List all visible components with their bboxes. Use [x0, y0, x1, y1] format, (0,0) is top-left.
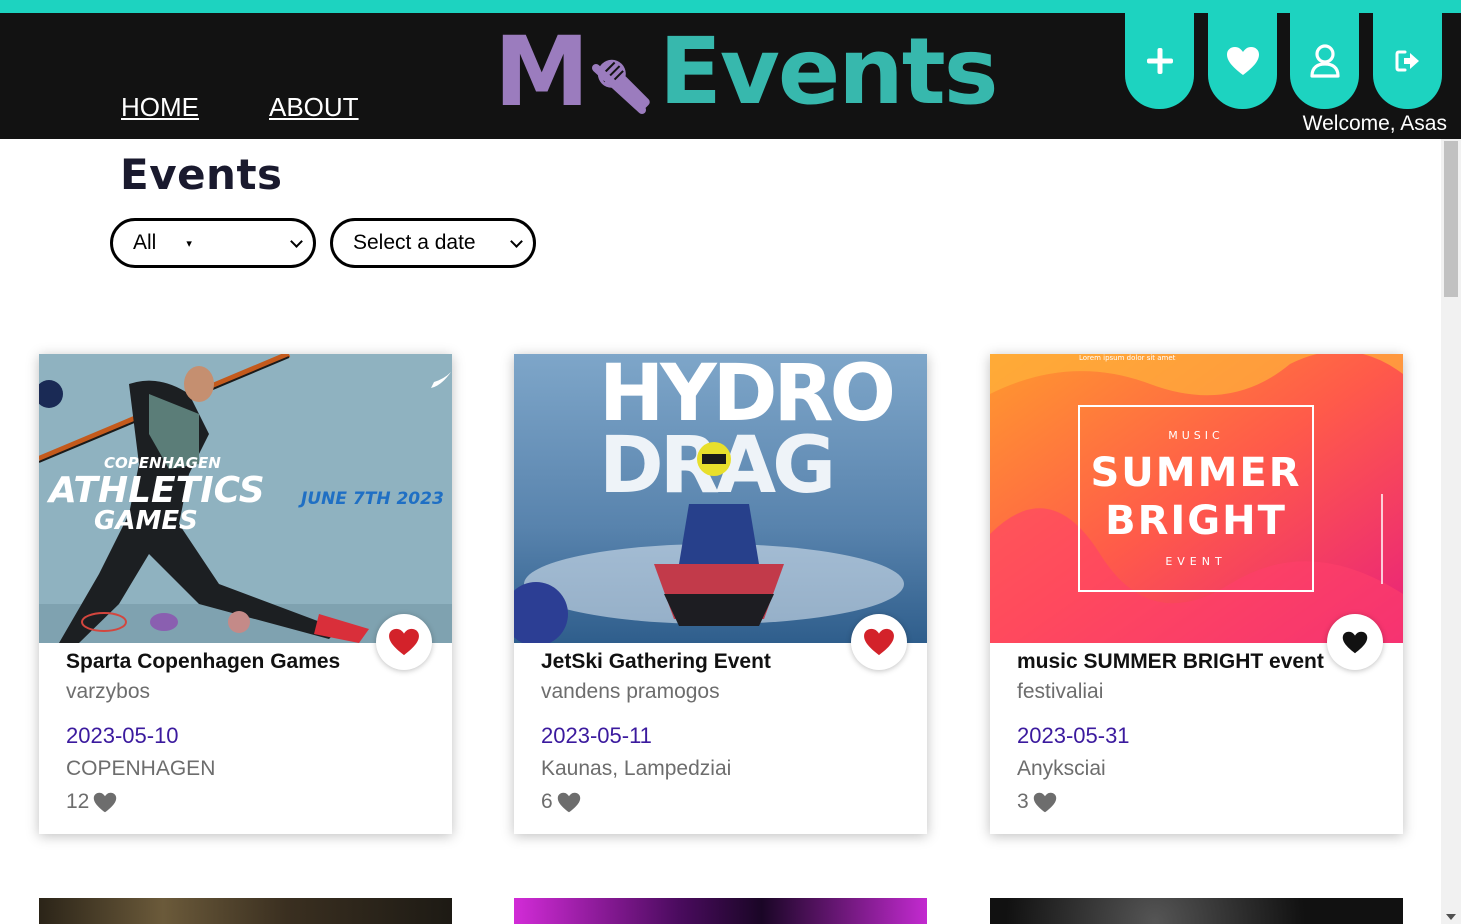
plus-icon [1146, 48, 1173, 74]
scroll-down-arrow-icon[interactable] [1446, 914, 1456, 920]
favorites-button[interactable] [1208, 13, 1277, 109]
event-date: 2023-05-11 [541, 723, 652, 748]
heart-icon [557, 792, 580, 812]
chevron-down-icon [290, 235, 303, 248]
event-image: HYDRO DRAG [514, 354, 927, 643]
category-select[interactable]: All ▾ [110, 218, 316, 268]
vertical-scrollbar[interactable] [1441, 139, 1461, 924]
poster-text: EVENT [1165, 555, 1226, 568]
chevron-down-icon [510, 235, 523, 248]
event-card[interactable]: COPENHAGEN ATHLETICS GAMES JUNE 7TH 2023… [39, 354, 452, 834]
nav-about-link[interactable]: ABOUT [269, 92, 359, 123]
date-select[interactable]: Select a date [330, 218, 536, 268]
logout-button[interactable] [1373, 13, 1442, 109]
top-accent-bar [0, 0, 1461, 13]
profile-button[interactable] [1290, 13, 1359, 109]
event-date: 2023-05-10 [66, 723, 179, 748]
heart-icon [1226, 47, 1259, 75]
scrollbar-thumb[interactable] [1444, 141, 1458, 297]
logo-text-events: Events [659, 18, 998, 125]
event-title: JetSki Gathering Event [541, 650, 771, 673]
event-card[interactable]: HYDRO DRAG JetSki Gathering Event vanden… [514, 354, 927, 834]
nav-home-link[interactable]: HOME [121, 92, 199, 123]
poster-text: Lorem ipsum dolor sit amet [1079, 354, 1176, 362]
event-card[interactable] [990, 898, 1403, 924]
user-icon [1309, 44, 1340, 78]
logout-icon [1395, 50, 1419, 72]
event-category: varzybos [66, 680, 151, 703]
poster-text: MUSIC [1168, 429, 1223, 442]
poster-text: SUMMER [1090, 450, 1301, 496]
event-category: festivaliai [1017, 680, 1104, 703]
heart-icon [1033, 792, 1056, 812]
event-likes: 12 [66, 790, 117, 814]
add-event-button[interactable] [1125, 13, 1194, 109]
category-marker-icon: ▾ [186, 237, 192, 250]
poster-text: BRIGHT [1105, 498, 1287, 544]
site-logo[interactable]: M Events [494, 16, 998, 128]
event-category: vandens pramogos [541, 680, 720, 703]
poster-text: ATHLETICS [46, 470, 265, 511]
event-image: Lorem ipsum dolor sit amet MUSIC SUMMER … [990, 354, 1403, 643]
event-card[interactable] [39, 898, 452, 924]
event-likes: 3 [1017, 790, 1057, 814]
likes-count: 12 [66, 790, 90, 813]
event-title: Sparta Copenhagen Games [66, 650, 341, 673]
event-likes: 6 [541, 790, 581, 814]
event-location: Anyksciai [1017, 757, 1106, 780]
category-select-value: All [133, 231, 157, 254]
likes-count: 3 [1017, 790, 1029, 813]
event-card[interactable] [514, 898, 927, 924]
event-location: COPENHAGEN [66, 757, 216, 780]
microphone-icon [592, 59, 650, 114]
poster-text: GAMES [94, 506, 198, 536]
date-select-value: Select a date [353, 231, 476, 254]
poster-text: JUNE 7TH 2023 [298, 489, 444, 509]
page-title: Events [120, 150, 283, 199]
logo-text-m: M [494, 16, 590, 128]
likes-count: 6 [541, 790, 553, 813]
event-location: Kaunas, Lampedziai [541, 757, 732, 780]
welcome-text: Welcome, Asas [1302, 112, 1447, 135]
event-card[interactable]: Lorem ipsum dolor sit amet MUSIC SUMMER … [990, 354, 1403, 834]
event-image: COPENHAGEN ATHLETICS GAMES JUNE 7TH 2023 [39, 354, 452, 643]
heart-icon [94, 792, 117, 812]
event-title: music SUMMER BRIGHT event [1017, 650, 1324, 673]
event-date: 2023-05-31 [1017, 723, 1130, 748]
